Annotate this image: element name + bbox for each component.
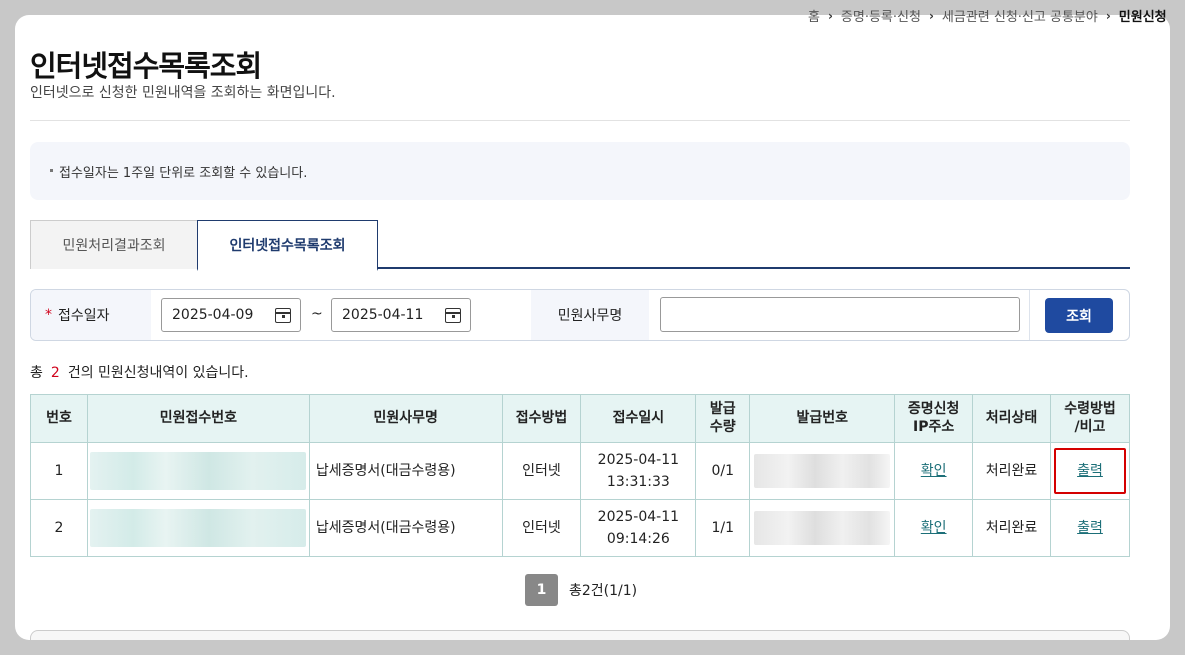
header-receipt-no: 민원접수번호 <box>86 394 310 443</box>
name-label: 민원사무명 <box>531 290 649 340</box>
breadcrumb: 홈 › 증명·등록·신청 › 세금관련 신청·신고 공통분야 › 민원신청 <box>808 6 1167 26</box>
tab-bar: 민원처리결과조회 인터넷접수목록조회 <box>30 220 1130 271</box>
header-no: 번호 <box>30 394 88 443</box>
ip-confirm-link[interactable]: 확인 <box>921 463 947 479</box>
page-info: 총2건(1/1) <box>569 583 638 599</box>
table-row: 1 납세증명서(대금수령용) 인터넷 2025-04-11 13:31:33 0/… <box>30 442 1131 500</box>
date-to-input[interactable]: 2025-04-11 <box>331 298 471 332</box>
ip-confirm-link[interactable]: 확인 <box>921 520 947 536</box>
pagination: 1 총2건(1/1) <box>525 574 637 606</box>
main-card: 인터넷접수목록조회 인터넷으로 신청한 민원내역을 조회하는 화면입니다. 접수… <box>15 15 1170 640</box>
notice-text: 접수일자는 1주일 단위로 조회할 수 있습니다. <box>59 166 308 181</box>
service-name-input[interactable] <box>660 297 1020 332</box>
receipt-no-redacted <box>86 499 310 557</box>
header-method: 접수방법 <box>501 394 582 443</box>
receipt-no-redacted <box>86 442 310 500</box>
tab-result-inquiry[interactable]: 민원처리결과조회 <box>30 220 198 269</box>
table-row: 2 납세증명서(대금수령용) 인터넷 2025-04-11 09:14:26 1/… <box>30 499 1131 557</box>
date-from-input[interactable]: 2025-04-09 <box>161 298 301 332</box>
date-from-value: 2025-04-09 <box>172 307 254 323</box>
page-title: 인터넷접수목록조회 <box>30 49 262 83</box>
breadcrumb-home[interactable]: 홈 <box>808 6 820 25</box>
row-datetime: 2025-04-11 13:31:33 <box>580 442 697 500</box>
row-ip: 확인 <box>894 442 974 500</box>
notice-box: 접수일자는 1주일 단위로 조회할 수 있습니다. <box>30 142 1130 200</box>
header-qty: 발급 수량 <box>695 394 751 443</box>
issue-no-redacted <box>749 499 896 557</box>
header-datetime: 접수일시 <box>580 394 697 443</box>
print-link[interactable]: 출력 <box>1077 520 1103 536</box>
date-separator: ~ <box>311 306 323 322</box>
result-summary: 총 2 건의 민원신청내역이 있습니다. <box>30 365 249 381</box>
search-button[interactable]: 조회 <box>1045 298 1113 333</box>
result-table: 번호 민원접수번호 민원사무명 접수방법 접수일시 발급 수량 발급번호 증명신… <box>30 394 1131 557</box>
row-action: 출력 <box>1049 499 1131 557</box>
page-subtitle: 인터넷으로 신청한 민원내역을 조회하는 화면입니다. <box>30 85 336 101</box>
row-no: 2 <box>30 499 88 557</box>
issue-no-redacted <box>749 442 896 500</box>
table-header-row: 번호 민원접수번호 민원사무명 접수방법 접수일시 발급 수량 발급번호 증명신… <box>30 394 1131 443</box>
chevron-right-icon: › <box>1105 8 1111 23</box>
result-count: 2 <box>50 365 60 381</box>
header-issue-no: 발급번호 <box>749 394 896 443</box>
breadcrumb-certificate[interactable]: 증명·등록·신청 <box>841 6 921 25</box>
divider <box>30 120 1130 121</box>
header-status: 처리상태 <box>972 394 1051 443</box>
row-datetime: 2025-04-11 09:14:26 <box>580 499 697 557</box>
row-service-name: 납세증명서(대금수령용) <box>308 499 503 557</box>
row-no: 1 <box>30 442 88 500</box>
header-service-name: 민원사무명 <box>308 394 503 443</box>
date-label: * 접수일자 <box>31 290 151 340</box>
row-method: 인터넷 <box>501 499 582 557</box>
required-mark: * <box>45 307 52 323</box>
row-ip: 확인 <box>894 499 974 557</box>
tab-internet-list[interactable]: 인터넷접수목록조회 <box>197 220 378 271</box>
search-form: * 접수일자 2025-04-09 ~ 2025-04-11 민원사무명 조회 <box>30 289 1130 341</box>
chevron-right-icon: › <box>827 8 833 23</box>
row-qty: 0/1 <box>695 442 751 500</box>
row-status: 처리완료 <box>972 499 1051 557</box>
row-qty: 1/1 <box>695 499 751 557</box>
header-receive: 수령방법 /비고 <box>1049 394 1131 443</box>
page-number-current[interactable]: 1 <box>525 574 558 606</box>
bottom-info-box <box>30 630 1130 640</box>
calendar-icon[interactable] <box>445 308 461 323</box>
bullet-icon <box>50 169 53 172</box>
calendar-icon[interactable] <box>275 308 291 323</box>
row-action: 출력 <box>1049 442 1131 500</box>
header-ip: 증명신청 IP주소 <box>894 394 974 443</box>
breadcrumb-tax-common[interactable]: 세금관련 신청·신고 공통분야 <box>942 6 1098 25</box>
row-status: 처리완료 <box>972 442 1051 500</box>
highlight-box: 출력 <box>1054 447 1126 495</box>
breadcrumb-current: 민원신청 <box>1118 10 1167 25</box>
row-service-name: 납세증명서(대금수령용) <box>308 442 503 500</box>
date-to-value: 2025-04-11 <box>342 307 424 323</box>
chevron-right-icon: › <box>928 8 934 23</box>
row-method: 인터넷 <box>501 442 582 500</box>
date-label-text: 접수일자 <box>58 308 110 324</box>
search-button-area: 조회 <box>1029 290 1129 340</box>
print-link[interactable]: 출력 <box>1077 463 1103 479</box>
